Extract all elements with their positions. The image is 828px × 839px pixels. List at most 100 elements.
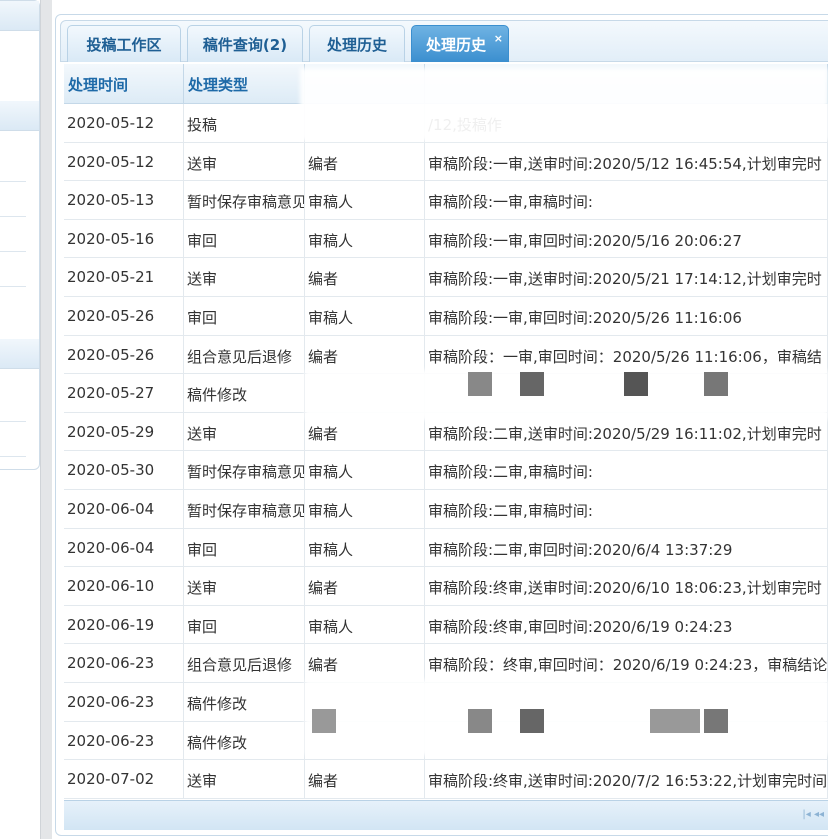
cell-type: 暂时保存审稿意见 xyxy=(184,181,305,219)
cell-type: 送审 xyxy=(184,760,305,798)
cell-actor: 审稿人 xyxy=(305,605,425,644)
first-page-button[interactable]: |◂ xyxy=(802,809,810,820)
cell-time: 2020-05-29 xyxy=(64,412,184,451)
cell-time: 2020-07-02 xyxy=(64,760,184,798)
cell-actor: 编者 xyxy=(305,644,425,682)
cell-time: 2020-05-30 xyxy=(64,451,184,489)
cell-detail: 审稿阶段:终审,送审时间:2020/6/10 18:06:23,计划审完时 xyxy=(425,567,828,605)
cell-detail: 审稿阶段：终审,审回时间：2020/6/19 0:24:23，审稿结论 xyxy=(425,644,828,682)
cell-detail: 审稿阶段:二审,审稿时间: xyxy=(425,489,828,528)
cell-time: 2020-06-23 xyxy=(64,682,184,721)
table-row[interactable]: 2020-06-19 审回 审稿人 审稿阶段:终审,审回时间:2020/6/19 0:… xyxy=(64,605,828,645)
prev-page-button[interactable]: ◂◂ xyxy=(814,809,824,820)
table-row[interactable]: 2020-07-02 送审 编者 审稿阶段:终审,送审时间:2020/7/2 16:5… xyxy=(64,760,828,799)
cell-type: 暂时保存审稿意见 xyxy=(184,451,305,489)
cell-actor: 编者 xyxy=(305,760,425,798)
tab-submission-workspace[interactable]: 投稿工作区 xyxy=(67,25,181,62)
cell-type: 暂时保存审稿意见 xyxy=(184,489,305,528)
cell-actor: 审稿人 xyxy=(305,219,425,258)
cell-time: 2020-05-12 xyxy=(64,142,184,181)
panel-splitter[interactable] xyxy=(40,0,52,839)
cell-actor: 审稿人 xyxy=(305,451,425,489)
table-row[interactable]: 2020-05-26 审回 审稿人 审稿阶段:一审,审回时间:2020/5/26 11… xyxy=(64,296,828,336)
table-row[interactable]: 2020-05-16 审回 审稿人 审稿阶段:一审,审回时间:2020/5/16 20… xyxy=(64,219,828,259)
cell-time: 2020-05-21 xyxy=(64,258,184,296)
cell-time: 2020-05-13 xyxy=(64,181,184,219)
cell-actor: 编者 xyxy=(305,258,425,296)
redaction-block xyxy=(650,709,700,733)
cell-time: 2020-06-19 xyxy=(64,605,184,644)
cell-detail: 审稿阶段:一审,审回时间:2020/5/26 11:16:06 xyxy=(425,296,828,335)
redaction-overlay xyxy=(300,68,828,140)
cell-type: 审回 xyxy=(184,528,305,567)
table-row[interactable]: 2020-05-26 组合意见后退修 编者 审稿阶段：一审,审回时间：2020/5/2… xyxy=(64,335,828,375)
tab-processing-history-active[interactable]: 处理历史 × xyxy=(411,25,509,62)
cell-detail: 审稿阶段:终审,审回时间:2020/6/19 0:24:23 xyxy=(425,605,828,644)
cell-detail: 审稿阶段：一审,审回时间：2020/5/26 11:16:06，审稿结 xyxy=(425,335,828,374)
cell-detail: 审稿阶段:二审,审稿时间: xyxy=(425,451,828,489)
column-header-time[interactable]: 处理时间 xyxy=(64,64,184,103)
pager: |◂ ◂◂ xyxy=(802,809,824,820)
cell-type: 审回 xyxy=(184,605,305,644)
redaction-block xyxy=(468,709,492,733)
cell-actor: 编者 xyxy=(305,335,425,374)
divider xyxy=(0,216,26,217)
cell-time: 2020-05-27 xyxy=(64,374,184,412)
table-row[interactable]: 2020-05-30 暂时保存审稿意见 审稿人 审稿阶段:二审,审稿时间: xyxy=(64,451,828,490)
cell-actor: 审稿人 xyxy=(305,489,425,528)
redaction-overlay xyxy=(305,370,828,420)
cell-type: 投稿 xyxy=(184,104,305,142)
cell-detail: 审稿阶段:一审,送审时间:2020/5/12 16:45:54,计划审完时 xyxy=(425,142,828,181)
sidebar-section-header[interactable] xyxy=(0,339,39,369)
table-row[interactable]: 2020-05-12 送审 编者 审稿阶段:一审,送审时间:2020/5/12 16:… xyxy=(64,142,828,182)
tab-manuscript-query[interactable]: 稿件查询(2) xyxy=(187,25,303,62)
sidebar-section-header[interactable] xyxy=(0,1,39,31)
cell-type: 送审 xyxy=(184,412,305,451)
cell-type: 稿件修改 xyxy=(184,682,305,721)
tab-label: 稿件查询(2) xyxy=(202,35,288,54)
pagination-bar: |◂ ◂◂ xyxy=(64,800,828,830)
table-row[interactable]: 2020-06-04 暂时保存审稿意见 审稿人 审稿阶段:二审,审稿时间: xyxy=(64,489,828,529)
cell-type: 稿件修改 xyxy=(184,374,305,412)
redaction-block xyxy=(624,372,648,396)
divider xyxy=(0,456,26,457)
left-sidebar-panel xyxy=(0,0,40,470)
table-row[interactable]: 2020-05-21 送审 编者 审稿阶段:一审,送审时间:2020/5/21 17:… xyxy=(64,258,828,297)
cell-actor: 审稿人 xyxy=(305,528,425,567)
cell-time: 2020-05-26 xyxy=(64,335,184,374)
redaction-block xyxy=(704,372,728,396)
redaction-block xyxy=(468,372,492,396)
table-row[interactable]: 2020-06-04 审回 审稿人 审稿阶段:二审,审回时间:2020/6/4 13:… xyxy=(64,528,828,568)
cell-type: 审回 xyxy=(184,219,305,258)
cell-detail: 审稿阶段:一审,送审时间:2020/5/21 17:14:12,计划审完时 xyxy=(425,258,828,296)
tab-processing-history[interactable]: 处理历史 xyxy=(309,25,405,62)
redaction-block xyxy=(520,709,544,733)
tab-label: 处理历史 xyxy=(326,35,387,54)
cell-actor: 编者 xyxy=(305,567,425,605)
cell-actor: 审稿人 xyxy=(305,181,425,219)
cell-detail: 审稿阶段:一审,审稿时间: xyxy=(425,181,828,219)
cell-detail: 审稿阶段:一审,审回时间:2020/5/16 20:06:27 xyxy=(425,219,828,258)
redaction-block xyxy=(704,709,728,733)
divider xyxy=(0,286,26,287)
close-icon[interactable]: × xyxy=(494,32,503,45)
sidebar-section-header[interactable] xyxy=(0,101,39,131)
cell-detail: 审稿阶段:二审,审回时间:2020/6/4 13:37:29 xyxy=(425,528,828,567)
cell-type: 送审 xyxy=(184,567,305,605)
cell-detail: 审稿阶段:终审,送审时间:2020/7/2 16:53:22,计划审完时间 xyxy=(425,760,828,798)
cell-time: 2020-06-04 xyxy=(64,528,184,567)
table-row[interactable]: 2020-05-13 暂时保存审稿意见 审稿人 审稿阶段:一审,审稿时间: xyxy=(64,181,828,220)
redaction-block xyxy=(520,372,544,396)
cell-time: 2020-05-16 xyxy=(64,219,184,258)
cell-type: 组合意见后退修 xyxy=(184,335,305,374)
redaction-block xyxy=(312,709,336,733)
tab-bar: 投稿工作区 稿件查询(2) 处理历史 处理历史 × xyxy=(60,20,828,62)
cell-type: 组合意见后退修 xyxy=(184,644,305,682)
cell-time: 2020-05-26 xyxy=(64,296,184,335)
cell-time: 2020-05-12 xyxy=(64,104,184,142)
table-row[interactable]: 2020-06-23 组合意见后退修 编者 审稿阶段：终审,审回时间：2020/6/1… xyxy=(64,644,828,683)
table-row[interactable]: 2020-06-10 送审 编者 审稿阶段:终审,送审时间:2020/6/10 18:… xyxy=(64,567,828,606)
cell-type: 送审 xyxy=(184,142,305,181)
column-header-type[interactable]: 处理类型 xyxy=(184,64,305,103)
cell-type: 审回 xyxy=(184,296,305,335)
